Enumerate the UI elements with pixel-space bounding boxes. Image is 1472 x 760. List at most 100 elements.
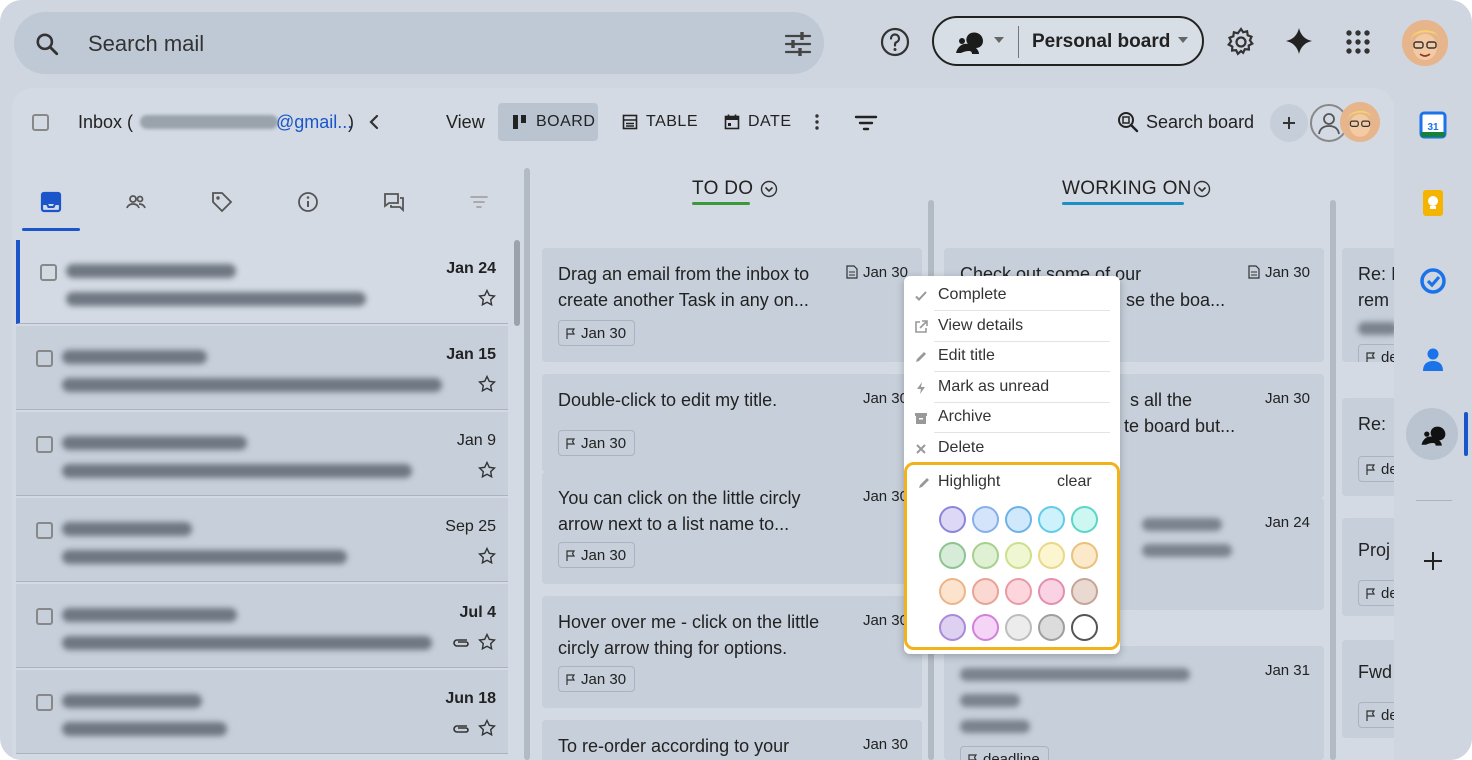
email-row[interactable]: Jan 24 [16, 240, 508, 324]
due-date-chip[interactable]: Jan 30 [558, 430, 636, 456]
highlight-swatch[interactable] [939, 542, 966, 569]
highlight-swatch[interactable] [1005, 614, 1032, 641]
board-selector[interactable]: Personal board [932, 16, 1204, 66]
search-bar[interactable]: Search mail [14, 12, 824, 74]
task-card[interactable]: To re-order according to your Jan 30 [542, 720, 922, 760]
highlight-swatch[interactable] [939, 614, 966, 641]
task-card[interactable]: Re: I rem de [1342, 248, 1394, 362]
email-row[interactable]: Jun 18 [16, 670, 508, 754]
column-title[interactable]: TO DO [692, 178, 753, 200]
highlight-swatch[interactable] [1071, 578, 1098, 605]
task-card[interactable]: Proj de [1342, 518, 1394, 616]
email-checkbox[interactable] [36, 350, 53, 367]
tab-promotions-icon[interactable] [210, 190, 234, 214]
email-checkbox[interactable] [36, 694, 53, 711]
highlight-swatch[interactable] [1071, 542, 1098, 569]
highlight-swatch[interactable] [1038, 506, 1065, 533]
tab-forums-icon[interactable] [382, 190, 406, 214]
email-checkbox[interactable] [36, 522, 53, 539]
highlight-swatch[interactable] [1005, 578, 1032, 605]
more-vertical-icon[interactable] [810, 112, 824, 132]
email-checkbox[interactable] [40, 264, 57, 281]
tab-filter-icon[interactable] [467, 190, 491, 214]
sparkle-icon[interactable] [1283, 26, 1315, 58]
account-avatar[interactable] [1402, 20, 1448, 66]
search-icon[interactable] [34, 31, 60, 57]
task-card[interactable]: Re: de [1342, 398, 1394, 496]
email-row[interactable]: Sep 25 [16, 498, 508, 582]
due-date-chip[interactable]: de [1358, 580, 1394, 606]
star-icon[interactable] [478, 547, 496, 565]
highlight-swatch[interactable] [1038, 542, 1065, 569]
star-icon[interactable] [478, 633, 496, 651]
add-addon-plus-icon[interactable] [1418, 546, 1448, 576]
menu-item-delete[interactable]: Delete [904, 434, 1120, 464]
search-board-icon[interactable] [1116, 110, 1140, 134]
search-options-icon[interactable] [784, 31, 812, 57]
highlight-swatch[interactable] [1038, 614, 1065, 641]
star-icon[interactable] [478, 375, 496, 393]
email-row[interactable]: Jan 15 [16, 326, 508, 410]
tab-inbox-icon[interactable] [39, 190, 63, 214]
task-card[interactable]: Jan 31 deadline [944, 646, 1324, 760]
chevron-down-icon[interactable] [994, 36, 1004, 44]
search-board-button[interactable]: Search board [1146, 112, 1254, 133]
task-card[interactable]: Fwd de [1342, 640, 1394, 738]
squirrel-addon-icon[interactable] [1418, 420, 1448, 450]
due-date-chip[interactable]: de [1358, 456, 1394, 482]
inbox-scrollbar[interactable] [514, 240, 520, 326]
help-icon[interactable] [879, 26, 911, 58]
task-card[interactable]: Hover over me - click on the little circ… [542, 596, 922, 708]
task-card[interactable]: You can click on the little circly arrow… [542, 472, 922, 584]
chevron-down-icon[interactable] [1178, 36, 1188, 44]
highlight-swatch[interactable] [1005, 506, 1032, 533]
due-date-chip[interactable]: Jan 30 [558, 542, 636, 568]
calendar-app-icon[interactable]: 31 [1418, 110, 1448, 140]
due-date-chip[interactable]: Jan 30 [558, 320, 636, 346]
filter-icon[interactable] [854, 114, 878, 132]
gear-icon[interactable] [1225, 26, 1257, 58]
column-options-icon[interactable] [760, 180, 778, 198]
highlight-swatch[interactable] [1005, 542, 1032, 569]
menu-item-mark-unread[interactable]: Mark as unread [904, 373, 1120, 403]
clear-highlight-button[interactable]: clear [1057, 473, 1092, 491]
email-row[interactable]: Jan 9 [16, 412, 508, 496]
star-icon[interactable] [478, 719, 496, 737]
highlight-swatch[interactable] [1038, 578, 1065, 605]
board-name[interactable]: Personal board [1032, 31, 1170, 53]
highlight-swatch[interactable] [939, 578, 966, 605]
select-all-checkbox[interactable] [32, 114, 49, 131]
due-date-chip[interactable]: de [1358, 702, 1394, 728]
email-checkbox[interactable] [36, 608, 53, 625]
apps-grid-icon[interactable] [1342, 26, 1374, 58]
highlight-swatch[interactable] [972, 542, 999, 569]
collapse-arrow-icon[interactable] [368, 114, 380, 130]
highlight-swatch[interactable] [939, 506, 966, 533]
deadline-chip[interactable]: deadline [960, 746, 1049, 760]
menu-item-view-details[interactable]: View details [904, 312, 1120, 342]
email-row[interactable]: Jul 4 [16, 584, 508, 668]
date-view-button[interactable]: DATE [710, 103, 800, 141]
highlight-swatch[interactable] [1071, 506, 1098, 533]
keep-app-icon[interactable] [1418, 188, 1448, 218]
table-view-button[interactable]: TABLE [608, 103, 700, 141]
due-date-chip[interactable]: de [1358, 344, 1394, 362]
tasks-app-icon[interactable] [1418, 266, 1448, 296]
tab-updates-icon[interactable] [296, 190, 320, 214]
email-checkbox[interactable] [36, 436, 53, 453]
board-view-button[interactable]: BOARD [498, 103, 598, 141]
star-icon[interactable] [478, 289, 496, 307]
highlight-swatch[interactable] [972, 578, 999, 605]
column-title[interactable]: WORKING ON [1062, 178, 1192, 200]
task-card[interactable]: Drag an email from the inbox to create a… [542, 248, 922, 362]
star-icon[interactable] [478, 461, 496, 479]
menu-item-archive[interactable]: Archive [904, 403, 1120, 433]
search-input[interactable]: Search mail [88, 31, 204, 57]
add-member-button[interactable] [1270, 104, 1308, 142]
column-options-icon[interactable] [1193, 180, 1211, 198]
highlight-swatch[interactable] [972, 614, 999, 641]
task-card[interactable]: Double-click to edit my title. Jan 30 Ja… [542, 374, 922, 472]
menu-item-complete[interactable]: Complete [904, 281, 1120, 311]
contacts-app-icon[interactable] [1418, 344, 1448, 374]
menu-item-edit-title[interactable]: Edit title [904, 342, 1120, 372]
